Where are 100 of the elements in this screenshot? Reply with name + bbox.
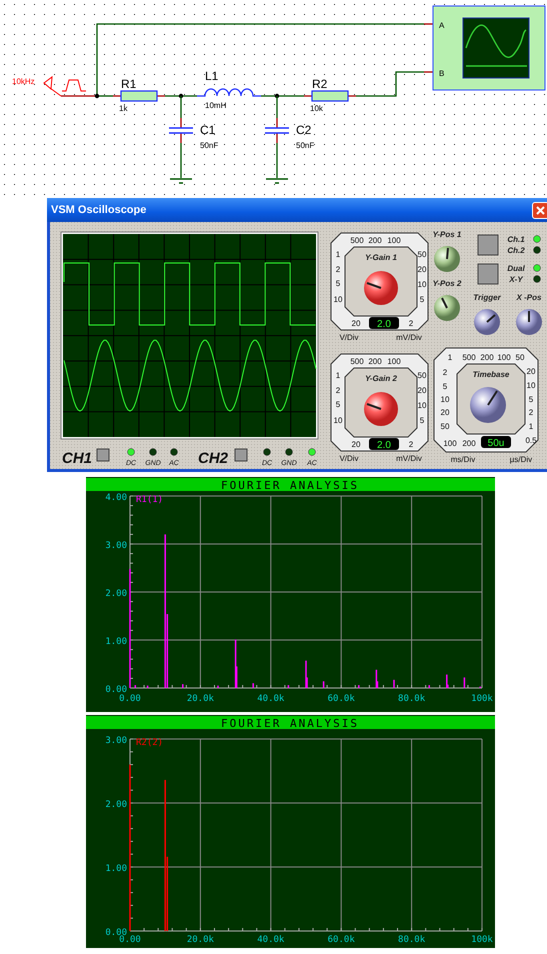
unit-label: V/Div (339, 454, 359, 463)
knob-label: Y-Pos 2 (432, 279, 462, 288)
channel-button[interactable] (96, 448, 110, 462)
scale-label: 20 (352, 440, 360, 449)
scale-label: 2 (442, 368, 448, 377)
channel-label: CH2 (198, 450, 228, 467)
x-tick-label: 40.0k (257, 694, 284, 704)
capacitor-symbol (264, 117, 290, 144)
scale-label: 2 (408, 440, 414, 449)
y-tick-label: 1.00 (105, 637, 127, 647)
x-tick-label: 60.0k (328, 694, 355, 704)
chart-title: FOURIER ANALYSIS (221, 479, 359, 492)
ground-symbol (169, 178, 193, 184)
close-button[interactable] (532, 202, 547, 218)
component-designator: C1 (200, 123, 216, 137)
dial-title: Y-Gain 2 (365, 374, 397, 383)
x-tick-label: 60.0k (328, 935, 355, 945)
scale-label: 20 (440, 408, 450, 417)
scale-label: 100 (497, 353, 511, 362)
scale-label: 20 (526, 367, 536, 376)
toggle-button[interactable] (478, 264, 498, 284)
scale-label: 50 (516, 353, 524, 362)
junction-dot (94, 94, 100, 98)
scale-label: 1 (528, 422, 534, 431)
gain-knob[interactable] (364, 271, 398, 305)
scale-label: 2 (528, 408, 534, 417)
scale-label: 5 (336, 279, 340, 288)
readout-value: 2.0 (377, 319, 391, 330)
indicator-label: Ch.1 (507, 235, 525, 244)
pulse-icon (62, 80, 86, 92)
scale-label: 200 (368, 236, 382, 245)
x-tick-label: 100k (471, 935, 493, 945)
component-value: 10k (310, 104, 323, 113)
scale-label: 10 (334, 416, 342, 425)
scale-label: 5 (336, 400, 340, 409)
x-tick-label: 80.0k (398, 935, 426, 945)
position-knob[interactable] (474, 309, 500, 335)
scale-label: 1 (336, 371, 340, 380)
component-value: 50nF (296, 141, 314, 150)
channel-label: CH1 (62, 450, 92, 467)
chart-title: FOURIER ANALYSIS (221, 717, 359, 730)
y-tick-label: 2.00 (105, 589, 127, 599)
inductor-symbol (197, 88, 261, 97)
scale-label: 200 (480, 353, 494, 362)
close-icon (536, 206, 545, 214)
component-value: 10mH (205, 101, 226, 110)
scale-label: 5 (528, 395, 534, 404)
timebase-knob[interactable] (470, 387, 506, 423)
scale-label: 10 (418, 401, 426, 410)
dial-title: Y-Gain 1 (365, 253, 397, 262)
position-knob[interactable] (516, 309, 542, 335)
scale-label: 20 (352, 319, 360, 328)
resistor-symbol (112, 90, 166, 102)
scale-label: 100 (443, 439, 457, 448)
scale-label: 5 (420, 295, 424, 304)
y-tick-label: 4.00 (105, 493, 127, 503)
dial-title: Timebase (472, 370, 510, 379)
scale-label: 5 (420, 416, 424, 425)
scale-label: 200 (368, 357, 382, 366)
scale-label: 50 (418, 250, 426, 259)
channel-button[interactable] (234, 448, 248, 462)
scale-label: 10 (440, 395, 450, 404)
scale-label: 2 (408, 319, 414, 328)
scale-label: 100 (387, 357, 401, 366)
knob-label: Y-Pos 1 (432, 230, 462, 239)
scale-label: 500 (350, 357, 364, 366)
position-knob[interactable] (434, 295, 460, 321)
scale-label: 100 (387, 236, 401, 245)
gain-knob[interactable] (364, 392, 398, 426)
scale-label: 5 (442, 382, 448, 391)
x-tick-label: 20.0k (186, 694, 214, 704)
scale-label: 500 (350, 236, 364, 245)
scale-label: 10 (334, 295, 342, 304)
scale-label: 2 (336, 386, 340, 395)
y-tick-label: 3.00 (105, 541, 127, 551)
component-value: 1k (119, 104, 128, 113)
readout-display (369, 438, 399, 450)
probe-pin-label: A (439, 21, 444, 30)
readout-value: 50u (488, 438, 504, 449)
x-tick-label: 100k (471, 694, 493, 704)
scale-label: 200 (462, 439, 476, 448)
readout-value: 2.0 (377, 440, 391, 451)
capacitor-symbol (168, 117, 194, 144)
component-value: 50nF (200, 141, 218, 150)
scale-label: 10 (526, 381, 536, 390)
y-tick-label: 1.00 (105, 864, 127, 874)
x-tick-label: 0.00 (119, 935, 141, 945)
position-knob[interactable] (434, 246, 460, 272)
y-tick-label: 0.00 (105, 685, 127, 695)
toggle-button[interactable] (478, 234, 498, 256)
component-designator: R1 (121, 77, 136, 91)
component-designator: R2 (312, 77, 328, 91)
scale-label: 50 (440, 422, 450, 431)
x-tick-label: 0.00 (119, 694, 141, 704)
x-tick-label: 80.0k (398, 694, 426, 704)
window-title: VSM Oscilloscope (51, 204, 146, 216)
indicator-label: Ch.2 (507, 246, 525, 255)
indicator-label: Dual (507, 264, 525, 273)
scale-label: 50 (418, 371, 426, 380)
unit-label: V/Div (339, 333, 359, 342)
